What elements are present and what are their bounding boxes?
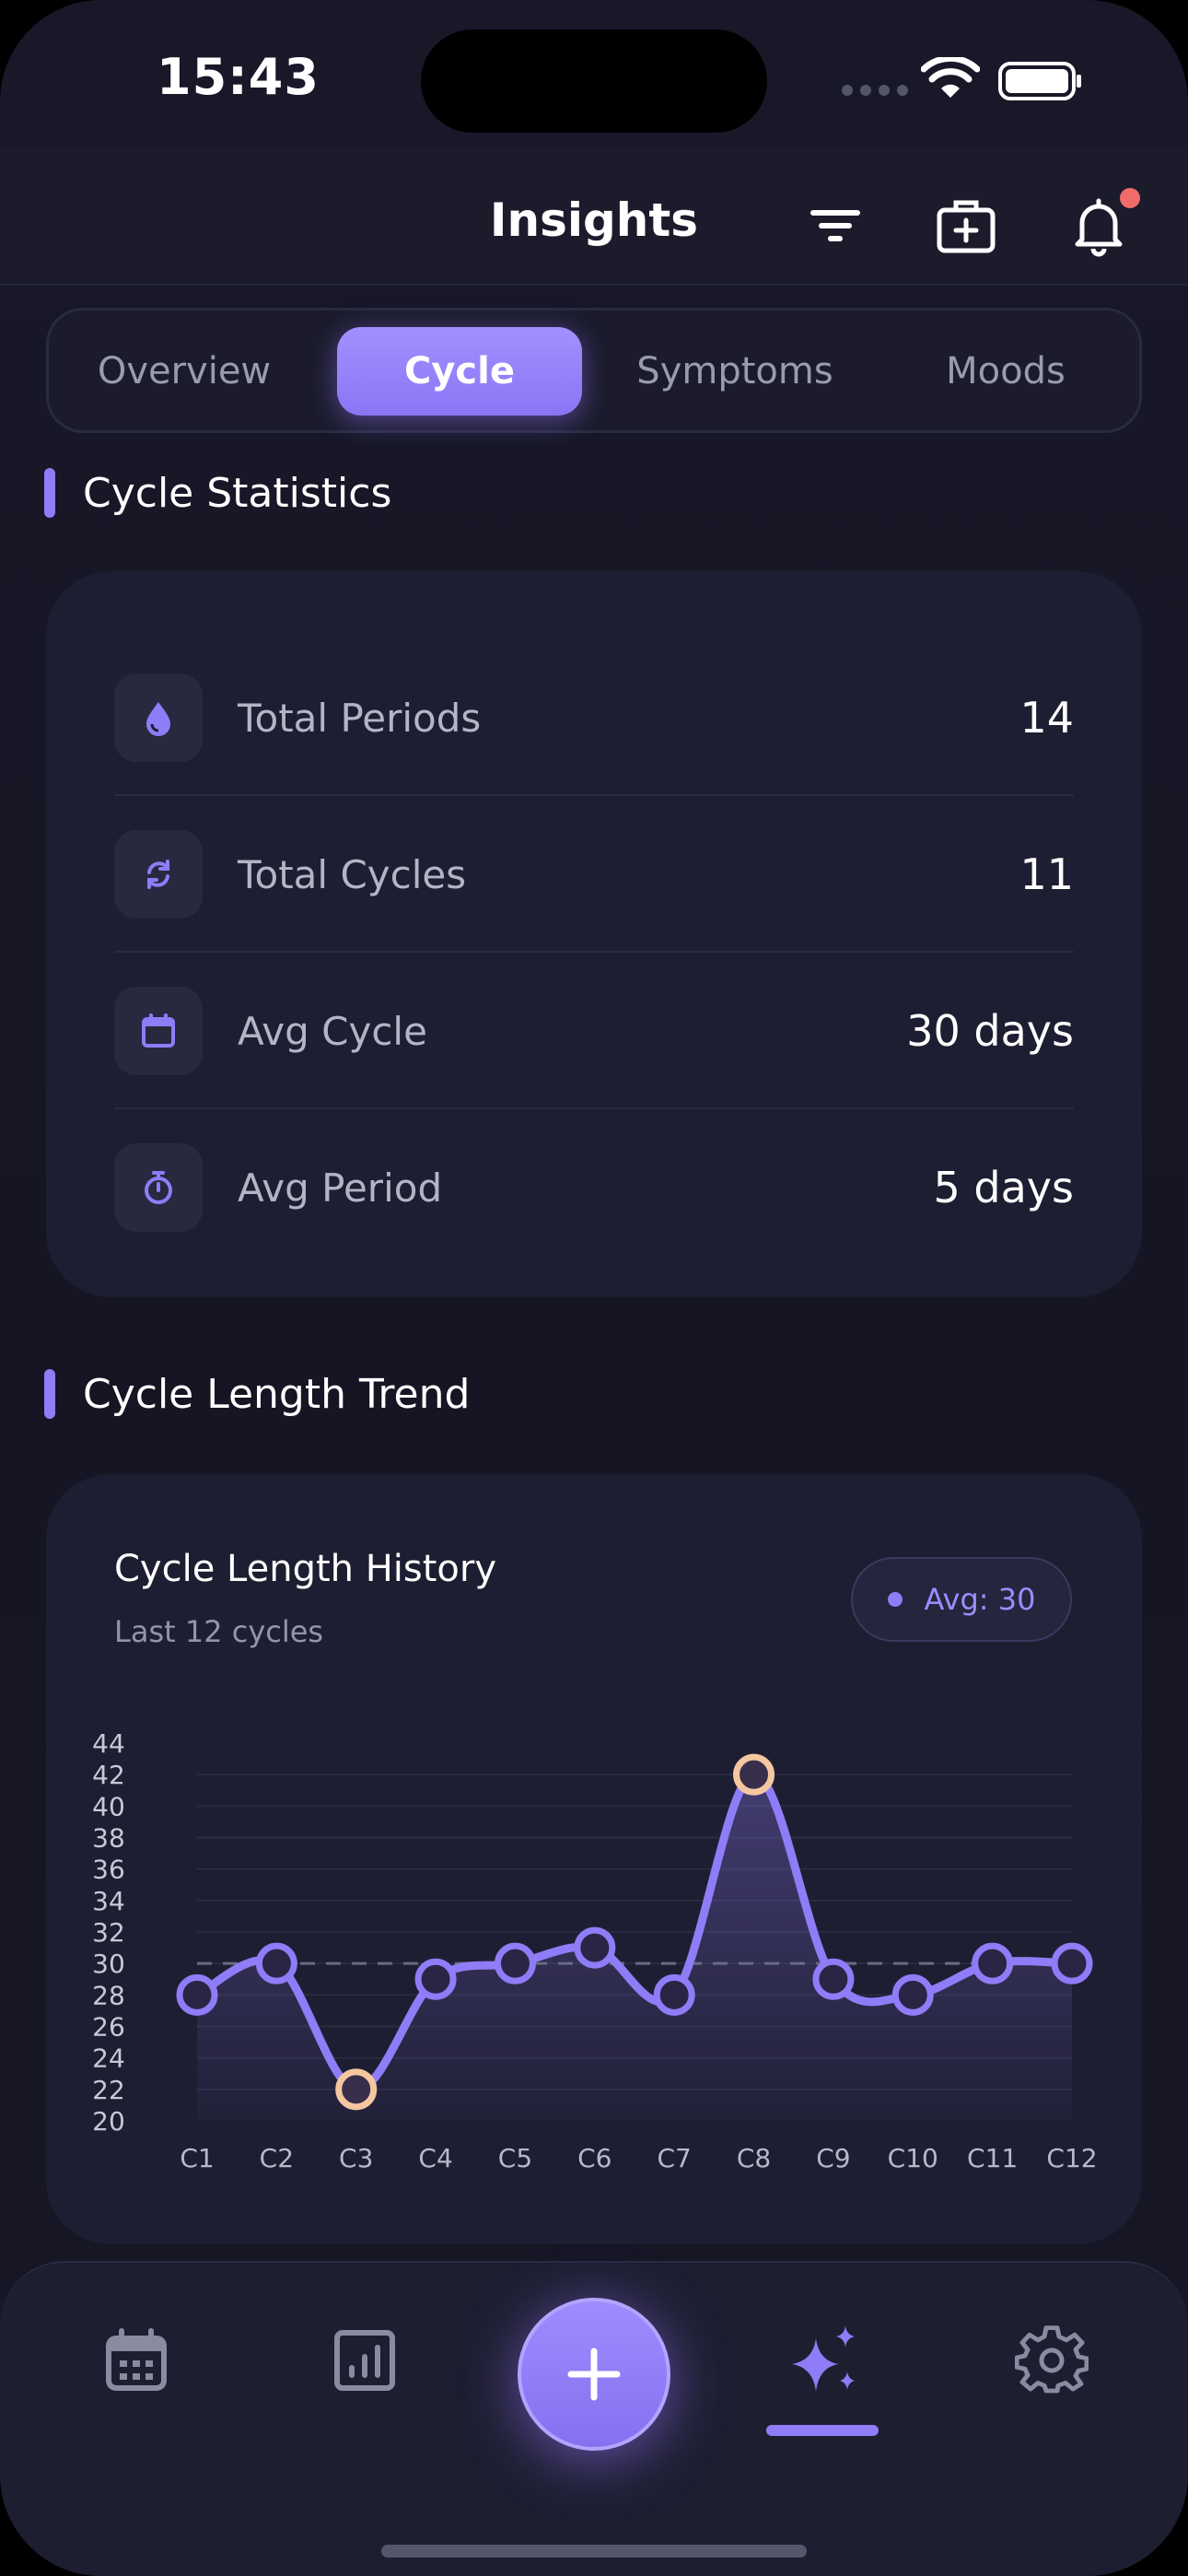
section-accent-bar xyxy=(44,468,55,518)
data-point-highlighted xyxy=(733,1753,775,1796)
data-point xyxy=(414,1958,457,2000)
sync-icon xyxy=(114,830,203,919)
x-tick-label: C9 xyxy=(816,2143,850,2173)
add-icon xyxy=(567,2348,621,2401)
x-tick-label: C12 xyxy=(1046,2143,1097,2173)
y-tick-label: 42 xyxy=(92,1760,125,1790)
cellular-signal-icon xyxy=(842,85,908,96)
stat-row-total-cycles: Total Cycles 11 xyxy=(114,796,1074,953)
y-tick-label: 32 xyxy=(92,1917,125,1948)
bottom-nav xyxy=(0,2261,1188,2576)
tab-overview[interactable]: Overview xyxy=(62,327,307,416)
x-tick-label: C2 xyxy=(260,2143,294,2173)
y-tick-label: 24 xyxy=(92,2043,125,2074)
stat-row-avg-period: Avg Period 5 days xyxy=(114,1109,1074,1266)
data-point xyxy=(255,1942,297,1985)
data-point xyxy=(653,1973,695,2016)
stat-label: Avg Cycle xyxy=(238,1008,427,1054)
data-point xyxy=(494,1942,536,1985)
stat-row-avg-cycle: Avg Cycle 30 days xyxy=(114,953,1074,1109)
stat-label: Total Periods xyxy=(238,695,482,741)
notification-badge xyxy=(1120,188,1140,208)
tab-symptoms[interactable]: Symptoms xyxy=(612,327,857,416)
stat-label: Avg Period xyxy=(238,1165,443,1211)
y-tick-label: 26 xyxy=(92,2012,125,2043)
timer-icon xyxy=(114,1143,203,1232)
x-tick-label: C11 xyxy=(967,2143,1018,2173)
calendar-icon[interactable] xyxy=(99,2324,173,2397)
y-tick-label: 22 xyxy=(92,2075,125,2105)
y-tick-label: 38 xyxy=(92,1823,125,1854)
home-indicator xyxy=(381,2545,807,2558)
series-area xyxy=(197,1774,1072,2121)
statistics-card: Total Periods 14 Total Cycles 11 Avg Cyc… xyxy=(46,571,1142,1297)
filter-icon[interactable] xyxy=(803,193,868,258)
chart-icon[interactable] xyxy=(328,2324,402,2397)
active-tab-indicator xyxy=(766,2425,879,2436)
y-tick-label: 28 xyxy=(92,1980,125,2010)
data-point xyxy=(812,1958,855,2000)
y-tick-label: 40 xyxy=(92,1791,125,1821)
x-tick-label: C8 xyxy=(737,2143,771,2173)
stat-value: 30 days xyxy=(906,1006,1074,1056)
x-tick-label: C6 xyxy=(577,2143,611,2173)
x-tick-label: C1 xyxy=(180,2143,214,2173)
data-point xyxy=(574,1926,616,1969)
stat-row-total-periods: Total Periods 14 xyxy=(114,639,1074,796)
x-tick-label: C3 xyxy=(339,2143,373,2173)
y-tick-label: 20 xyxy=(92,2106,125,2137)
x-tick-label: C10 xyxy=(888,2143,938,2173)
tab-cycle[interactable]: Cycle xyxy=(337,327,582,416)
y-tick-label: 34 xyxy=(92,1886,125,1916)
data-point-highlighted xyxy=(335,2068,378,2111)
section-title-trend: Cycle Length Trend xyxy=(44,1369,470,1419)
segmented-tabs: Overview Cycle Symptoms Moods xyxy=(46,308,1142,433)
add-button[interactable] xyxy=(518,2298,670,2451)
section-title-statistics: Cycle Statistics xyxy=(44,468,391,518)
dynamic-island xyxy=(421,29,767,133)
phone-screen: 15:43 Insights Overview Cycle Symptoms M… xyxy=(0,0,1188,2576)
stat-label: Total Cycles xyxy=(238,851,467,897)
section-accent-bar xyxy=(44,1369,55,1419)
y-tick-label: 36 xyxy=(92,1855,125,1885)
tab-moods[interactable]: Moods xyxy=(883,327,1128,416)
battery-icon xyxy=(998,62,1081,100)
calendar-icon xyxy=(114,987,203,1075)
x-tick-label: C5 xyxy=(498,2143,532,2173)
header: Insights xyxy=(0,147,1188,286)
page-title: Insights xyxy=(489,193,699,247)
y-tick-label: 44 xyxy=(92,1728,125,1759)
stat-value: 14 xyxy=(1019,693,1074,743)
status-time: 15:43 xyxy=(157,48,320,106)
drop-icon xyxy=(114,673,203,762)
data-point xyxy=(972,1942,1014,1985)
data-point xyxy=(891,1973,934,2016)
cycle-length-chart: 20222426283032343638404244 C1 C2 C3 C4 C5 C6 C7… xyxy=(92,1728,1097,2173)
x-tick-label: C7 xyxy=(657,2143,691,2173)
trend-card: Cycle Length History Last 12 cycles Avg:… xyxy=(46,1474,1142,2244)
gear-icon[interactable] xyxy=(1015,2324,1089,2397)
stat-value: 5 days xyxy=(933,1163,1074,1212)
data-point xyxy=(176,1973,218,2016)
sparkle-icon[interactable] xyxy=(785,2318,868,2401)
data-point xyxy=(1051,1942,1093,1985)
y-tick-label: 30 xyxy=(92,1949,125,1979)
stat-value: 11 xyxy=(1019,849,1074,899)
x-tick-label: C4 xyxy=(418,2143,452,2173)
medical-kit-icon[interactable] xyxy=(934,193,998,258)
wifi-icon xyxy=(921,57,980,98)
